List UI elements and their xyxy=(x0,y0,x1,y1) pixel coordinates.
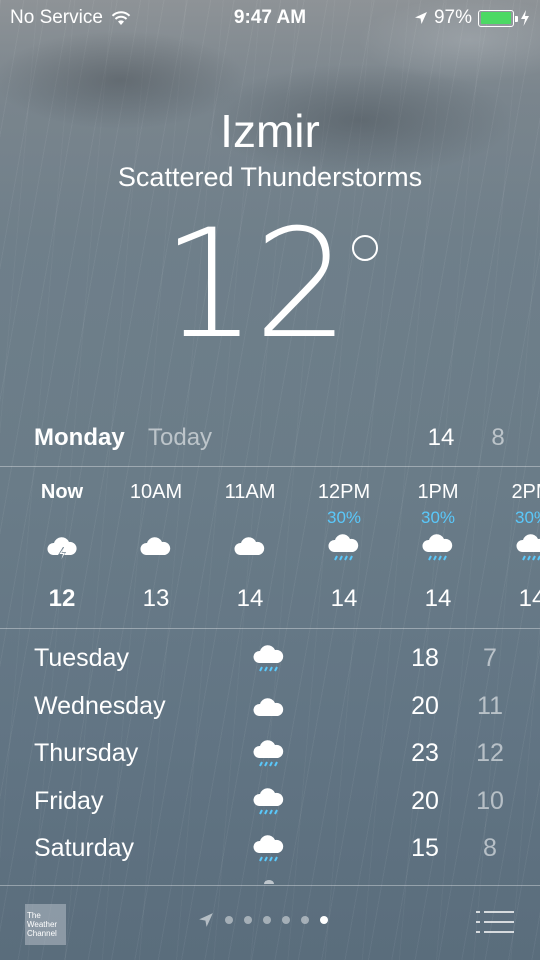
page-dot[interactable] xyxy=(263,916,271,924)
day-name: Saturday xyxy=(34,834,135,862)
day-name: Thursday xyxy=(34,739,139,767)
day-name: Friday xyxy=(34,786,104,815)
logo-line: Channel xyxy=(27,929,57,938)
day-low: 8 xyxy=(483,834,497,862)
day-name: Tuesday xyxy=(34,644,129,672)
day-low: 7 xyxy=(483,644,497,672)
page-dot[interactable] xyxy=(320,916,328,924)
cloud-icon xyxy=(140,537,171,555)
page-dot[interactable] xyxy=(301,916,309,924)
hour-time: 12PM xyxy=(317,481,371,503)
hour-precip-chance: 30% xyxy=(420,508,456,527)
hourly-forecast[interactable]: Now 12 10AM 13 11AM 14 12PM 30% 14 1PM 3… xyxy=(0,467,540,629)
day-high: 20 xyxy=(411,786,439,815)
location-arrow-icon xyxy=(414,12,427,24)
day-high: 23 xyxy=(411,739,439,767)
hourly-item: 11AM 14 xyxy=(203,467,297,629)
hour-precip-chance: 30% xyxy=(514,508,540,527)
page-dot[interactable] xyxy=(282,916,290,924)
degree-symbol xyxy=(352,235,379,261)
today-day-name: Monday xyxy=(34,424,125,451)
status-right: 97% xyxy=(414,7,530,29)
location-arrow-icon xyxy=(199,913,213,927)
hourly-item: 12PM 30% 14 xyxy=(297,467,391,629)
city-list-icon[interactable] xyxy=(476,910,514,934)
hourly-item: 1PM 30% 14 xyxy=(391,467,485,629)
battery-percent: 97% xyxy=(433,7,472,28)
hour-temp: 14 xyxy=(518,585,540,612)
hour-time: Now xyxy=(40,481,84,503)
today-summary: Monday Today 14 8 xyxy=(0,420,540,456)
hour-temp: 14 xyxy=(424,585,452,612)
rain-cloud-icon xyxy=(253,645,284,672)
cloud-icon xyxy=(264,880,274,884)
daily-row: Friday 20 10 xyxy=(0,781,540,829)
thunderstorm-icon xyxy=(47,537,77,562)
charging-bolt-icon xyxy=(521,10,529,26)
hour-precip-chance: 30% xyxy=(326,508,362,527)
day-high: 18 xyxy=(411,644,439,672)
rain-cloud-icon xyxy=(253,787,284,814)
today-low: 8 xyxy=(491,424,505,451)
weather-channel-logo[interactable]: The Weather Channel xyxy=(25,904,66,945)
hour-time: 10AM xyxy=(129,481,183,503)
day-high: 20 xyxy=(411,691,439,720)
day-low: 12 xyxy=(476,739,504,767)
hour-time: 11AM xyxy=(224,481,276,503)
battery-level xyxy=(480,12,511,24)
hour-temp: 13 xyxy=(142,585,170,612)
today-label: Today xyxy=(148,424,213,451)
day-high: 15 xyxy=(411,834,439,862)
hour-time: 2PM xyxy=(511,481,540,503)
bottom-toolbar: The Weather Channel xyxy=(0,886,540,960)
today-high: 14 xyxy=(427,424,455,451)
page-indicator[interactable] xyxy=(198,912,328,928)
hour-temp: 12 xyxy=(48,585,76,612)
daily-row: Thursday 23 12 xyxy=(0,733,540,781)
page-dot[interactable] xyxy=(225,916,233,924)
hour-temp: 14 xyxy=(330,585,358,612)
status-bar: No Service 9:47 AM 97% xyxy=(0,0,540,36)
rain-cloud-icon xyxy=(422,534,453,561)
day-name: Wednesday xyxy=(34,691,166,720)
battery-tip xyxy=(515,15,518,22)
rain-cloud-icon xyxy=(253,835,284,862)
city-name: Izmir xyxy=(220,105,320,157)
hourly-item: 10AM 13 xyxy=(109,467,203,629)
daily-row: Wednesday 20 11 xyxy=(0,686,540,734)
battery-icon xyxy=(478,9,518,27)
hourly-item: Now 12 xyxy=(15,467,109,629)
hour-time: 1PM xyxy=(417,481,459,503)
condition-text: Scattered Thunderstorms xyxy=(117,162,423,192)
daily-row: Tuesday 18 7 xyxy=(0,638,540,686)
rain-cloud-icon xyxy=(253,740,284,767)
temperature-value: 12 xyxy=(161,198,350,372)
rain-cloud-icon xyxy=(516,534,540,561)
rain-cloud-icon xyxy=(328,534,359,561)
cloud-icon xyxy=(253,697,284,716)
daily-row: Saturday 15 8 xyxy=(0,828,540,876)
logo-line: The xyxy=(27,911,41,920)
cloud-icon xyxy=(234,537,265,555)
hour-temp: 14 xyxy=(236,585,264,612)
daily-forecast[interactable]: Tuesday 18 7 Wednesday 20 11 Thursday 23… xyxy=(0,638,540,876)
divider-middle xyxy=(0,628,540,629)
page-dot[interactable] xyxy=(244,916,252,924)
day-low: 11 xyxy=(477,691,503,720)
day-low: 10 xyxy=(476,786,504,815)
current-temperature: 12 xyxy=(0,205,540,365)
logo-line: Weather xyxy=(27,920,58,929)
hourly-item: 2PM 30% 14 xyxy=(485,467,540,629)
